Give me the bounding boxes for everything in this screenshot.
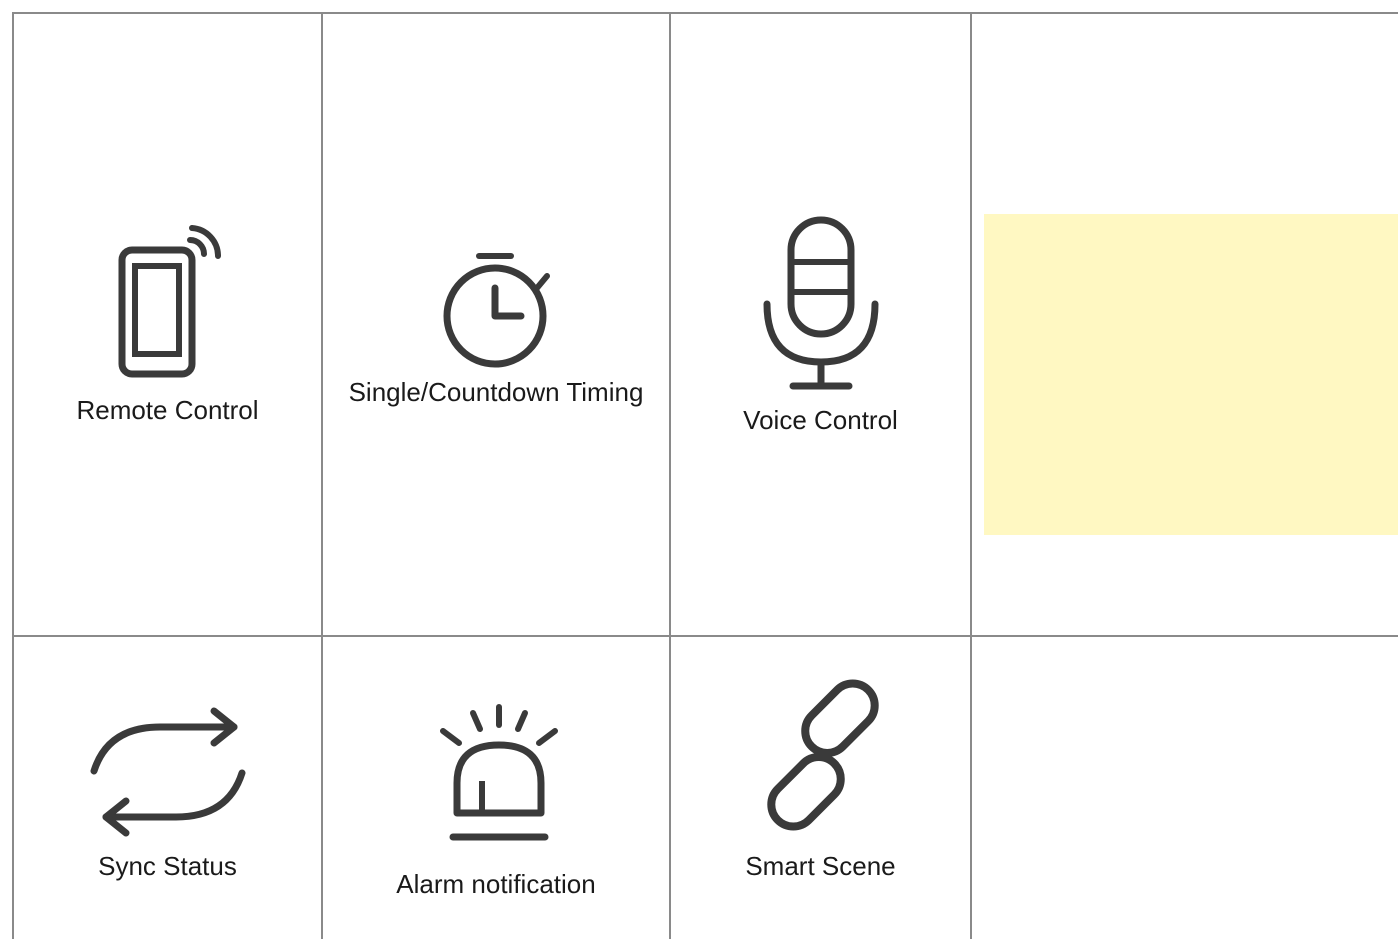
- chain-link-icon: [759, 679, 889, 831]
- highlight-box: [984, 214, 1398, 535]
- sync-arrows-icon: [90, 707, 250, 837]
- alarm-siren-icon: [435, 703, 565, 845]
- feature-cell-empty: [972, 637, 1398, 939]
- microphone-icon: [763, 216, 883, 396]
- feature-cell-remote-control: Remote Control: [14, 14, 321, 635]
- feature-cell-smart-scene: Smart Scene: [671, 637, 970, 939]
- feature-table: Remote Control Single/Countdown Timing V…: [0, 0, 1398, 939]
- feature-label: Alarm notification: [396, 869, 596, 899]
- feature-label: Smart Scene: [745, 851, 896, 881]
- feature-label: Remote Control: [76, 395, 259, 425]
- feature-cell-sync-status: Sync Status: [14, 637, 321, 939]
- feature-cell-alarm-notification: Alarm notification: [323, 637, 669, 939]
- feature-cell-countdown-timing: Single/Countdown Timing: [323, 14, 669, 635]
- feature-label: Voice Control: [743, 405, 898, 435]
- smartphone-signal-icon: [112, 225, 232, 386]
- feature-cell-voice-control: Voice Control: [671, 14, 970, 635]
- stopwatch-icon: [441, 252, 561, 372]
- feature-label: Sync Status: [98, 851, 237, 881]
- feature-label: Single/Countdown Timing: [348, 377, 644, 407]
